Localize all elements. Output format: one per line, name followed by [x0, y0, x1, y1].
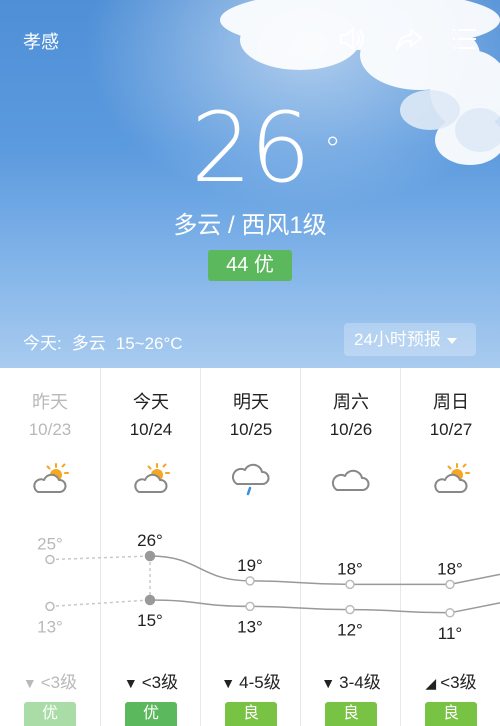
- air-quality-badge: 良: [325, 702, 377, 726]
- daily-forecast: 昨天 10/23 ▼ <3级优今天 10/24 ▼ <3级优明天 10/25 ▼ 4-5级良周六 1…: [0, 368, 500, 726]
- air-quality-badge: 优: [125, 702, 177, 726]
- wind-level: ▼ 3-4级: [301, 668, 401, 693]
- wind-value: <3级: [141, 673, 179, 692]
- day-date: 10/26: [329, 420, 373, 439]
- day-date: 10/23: [28, 420, 72, 439]
- degree-symbol: °: [324, 130, 341, 170]
- weather-hero: 孝感 26 ° 多云 / 西风1级 44 优 今天: 多云 15~26°C 24小时预…: [0, 0, 500, 368]
- low-temp-point: [144, 594, 156, 606]
- day-name: 昨天: [32, 392, 68, 412]
- temperature-value: 26: [190, 92, 311, 204]
- hourly-forecast-label: 24小时预报: [354, 330, 441, 349]
- high-temp-point: [144, 550, 156, 562]
- wind-direction-icon: ▼: [321, 675, 336, 691]
- high-temp-label: 26°: [137, 531, 163, 550]
- menu-icon[interactable]: [449, 24, 479, 54]
- day-name: 明天: [233, 392, 269, 412]
- low-temp-label: 11°: [438, 624, 462, 643]
- low-temp-past-line: [49, 599, 151, 608]
- temperature-chart: 25° 13° 26° 15° 19° 13° 18° 12° 18° 11°: [37, 531, 500, 643]
- today-label: 今天:: [23, 334, 62, 353]
- wind-level: ▼ <3级: [101, 668, 201, 693]
- low-temp-point: [445, 608, 455, 618]
- day-date: 10/24: [129, 420, 173, 439]
- aqi-badge[interactable]: 44 优: [208, 250, 292, 281]
- city-name[interactable]: 孝感: [23, 28, 59, 54]
- wind-level: ▼ <3级: [0, 668, 100, 693]
- low-temp-label: 13°: [37, 617, 63, 636]
- cloudy-icon: [331, 462, 371, 498]
- wind-value: <3级: [440, 673, 477, 692]
- low-temp-point: [345, 604, 355, 615]
- partly-sunny-icon: [431, 462, 471, 498]
- air-quality-badge: 良: [425, 702, 477, 726]
- partly-sunny-icon: [131, 462, 171, 498]
- day-name: 今天: [133, 392, 169, 412]
- light-rain-icon: [231, 462, 271, 498]
- high-temp-point: [445, 579, 455, 590]
- low-temp-label: 15°: [137, 611, 163, 630]
- air-quality-badge: 良: [225, 702, 277, 726]
- today-condition: 多云: [71, 334, 106, 353]
- high-temp-point: [245, 576, 255, 586]
- weather-condition: 多云 / 西风1级: [173, 212, 327, 239]
- wind-value: <3级: [40, 673, 78, 692]
- high-temp-past-line: [49, 555, 151, 561]
- day-name: 周日: [433, 392, 469, 412]
- wind-direction-icon: ▼: [22, 675, 37, 691]
- low-temp-label: 12°: [337, 621, 363, 640]
- hourly-forecast-button[interactable]: 24小时预报: [344, 323, 476, 356]
- today-summary: 今天: 多云 15~26°C: [23, 329, 193, 354]
- wind-direction-icon: ▼: [221, 675, 236, 691]
- low-temp-point: [245, 601, 255, 612]
- day-date: 10/27: [429, 420, 473, 439]
- wind-value: 4-5级: [239, 673, 281, 692]
- low-temp-point: [45, 601, 55, 612]
- low-temp-label: 13°: [237, 617, 263, 636]
- high-temp-point: [45, 554, 55, 565]
- wind-level: ▼ 4-5级: [201, 668, 301, 693]
- wind-value: 3-4级: [339, 673, 381, 692]
- today-range: 15~26°C: [115, 334, 183, 353]
- air-quality-badge: 优: [24, 702, 76, 726]
- day-date: 10/25: [229, 420, 273, 439]
- wind-level: ◢ <3级: [401, 668, 500, 693]
- high-temp-point: [345, 579, 355, 590]
- high-temp-label: 18°: [337, 559, 363, 578]
- wind-direction-icon: ◢: [425, 675, 437, 691]
- current-temperature: 26 °: [191, 100, 341, 196]
- caret-down-icon: [446, 337, 457, 344]
- share-icon[interactable]: [394, 24, 424, 54]
- partly-sunny-icon: [30, 462, 70, 498]
- high-temp-label: 19°: [237, 556, 263, 575]
- high-temp-label: 25°: [37, 535, 63, 554]
- speaker-icon[interactable]: [337, 24, 367, 54]
- wind-direction-icon: ▼: [123, 675, 138, 691]
- day-name: 周六: [333, 392, 369, 412]
- high-temp-label: 18°: [437, 559, 463, 578]
